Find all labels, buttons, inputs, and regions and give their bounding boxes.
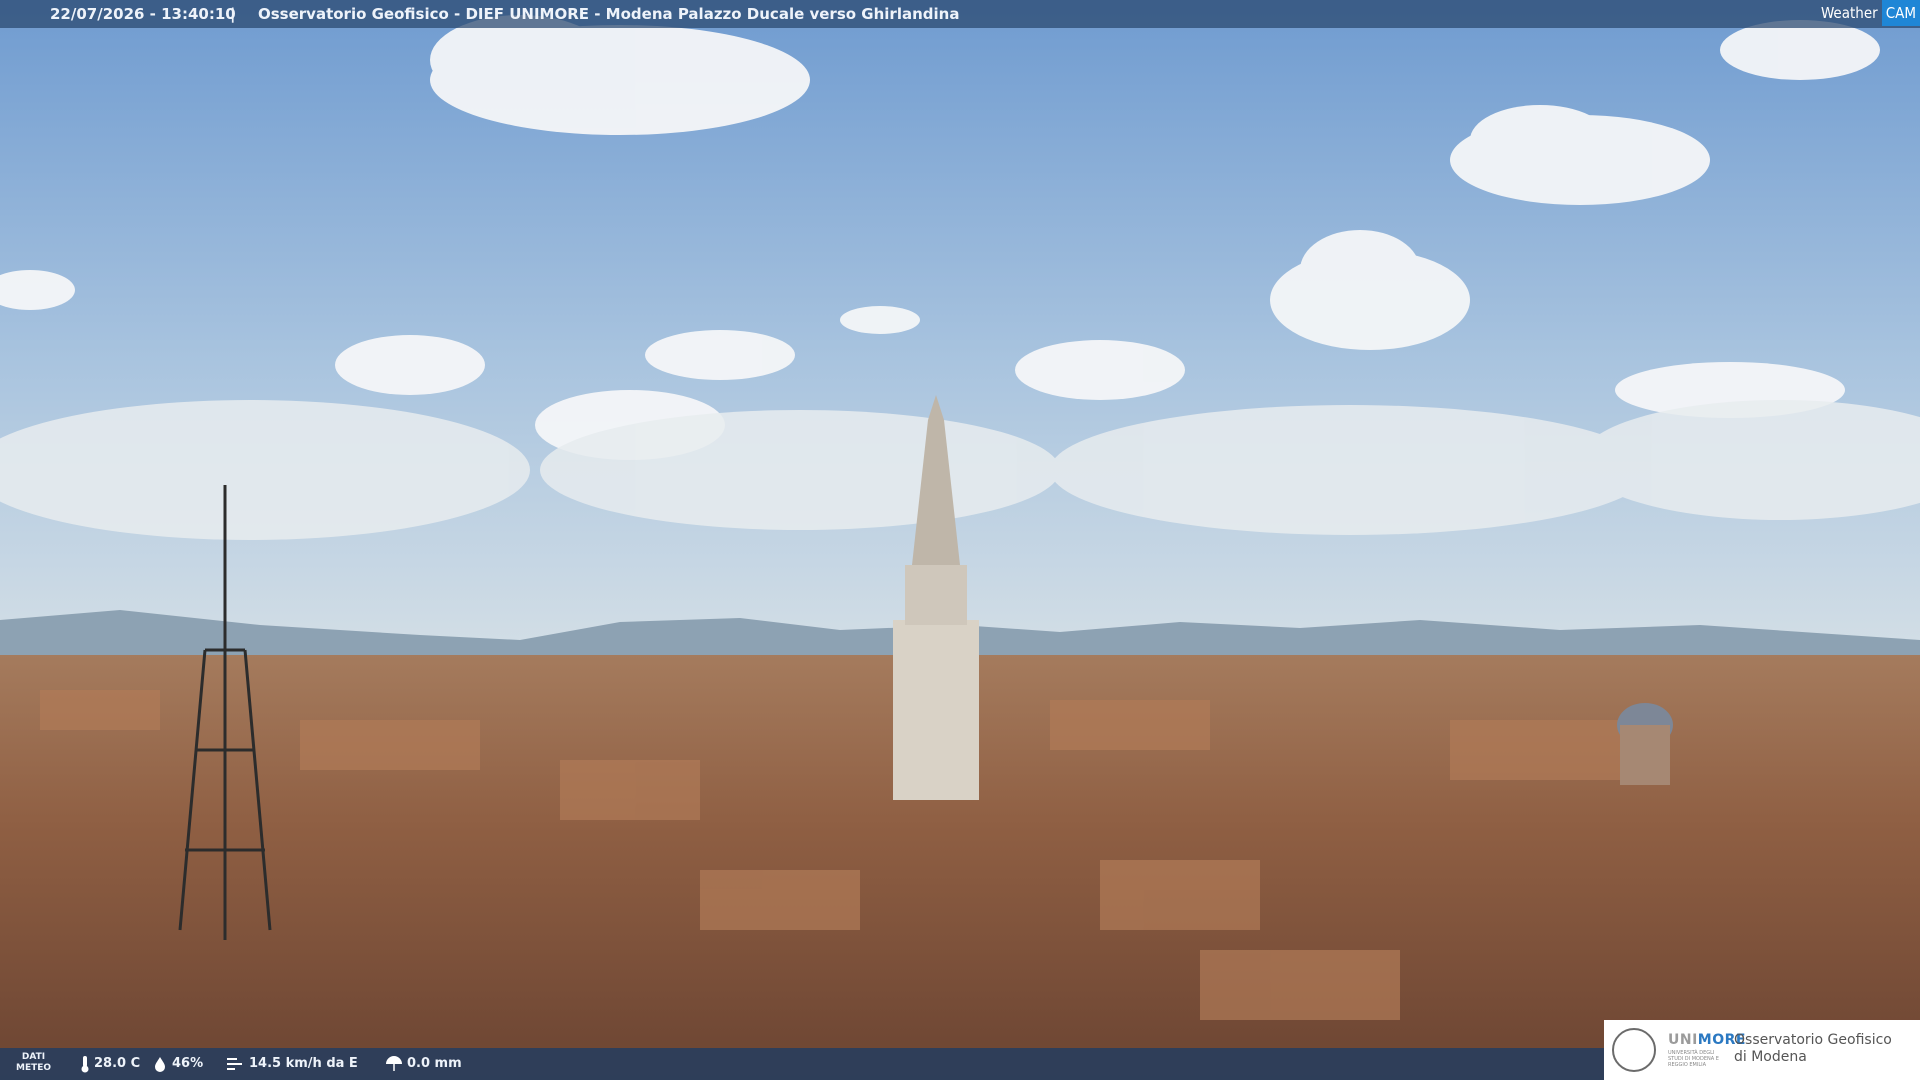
unimore-logo: UNIMORE UNIVERSITÀ DEGLI STUDI DI MODENA… (1604, 1020, 1920, 1080)
weather-data-label: DATI METEO (16, 1052, 51, 1074)
wind-icon (227, 1057, 242, 1070)
university-seal-icon (1612, 1028, 1656, 1072)
humidity-reading: 46% (152, 1048, 203, 1080)
sky (0, 0, 1920, 660)
umbrella-icon (386, 1055, 402, 1071)
observatory-name-line2: di Modena (1734, 1049, 1807, 1065)
weathercam-logo-weather: Weather (1820, 4, 1878, 22)
weathercam-logo-cam: CAM (1881, 0, 1920, 26)
top-overlay-bar: 22/07/2026 - 13:40:10 | Osservatorio Geo… (0, 0, 1920, 28)
university-name: UNIVERSITÀ DEGLI STUDI DI MODENA E REGGI… (1668, 1050, 1719, 1068)
separator: | (230, 5, 236, 23)
rain-reading: 0.0 mm (385, 1048, 462, 1080)
observatory-name-line1: Osservatorio Geofisico (1734, 1032, 1892, 1048)
wind-value: 14.5 km/h da E (249, 1056, 358, 1071)
humidity-icon (155, 1056, 165, 1072)
thermometer-icon (81, 1055, 89, 1072)
camera-title: Osservatorio Geofisico - DIEF UNIMORE - … (258, 5, 960, 23)
webcam-image (0, 0, 1920, 1080)
wind-reading: 14.5 km/h da E (225, 1048, 358, 1080)
humidity-value: 46% (172, 1056, 204, 1071)
weathercam-logo: Weather CAM (1821, 0, 1920, 26)
weather-data-label-line2: METEO (16, 1063, 52, 1073)
dome (1617, 703, 1673, 785)
temperature-value: 28.0 C (94, 1056, 141, 1071)
weather-data-label-line1: DATI (21, 1052, 46, 1062)
rain-value: 0.0 mm (407, 1056, 462, 1071)
observatory-name: Osservatorio Geofisico di Modena (1734, 1032, 1892, 1066)
timestamp: 22/07/2026 - 13:40:10 (50, 5, 236, 23)
unimore-uni: UNI (1668, 1032, 1698, 1048)
temperature-reading: 28.0 C (80, 1048, 140, 1080)
